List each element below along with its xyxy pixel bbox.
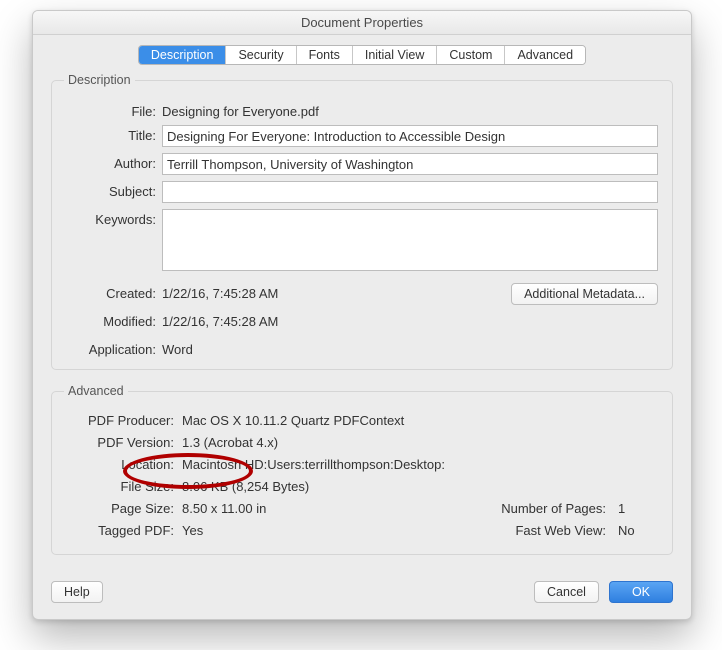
location-label: Location: bbox=[66, 455, 182, 472]
filesize-value: 8.06 KB (8,254 Bytes) bbox=[182, 477, 309, 494]
producer-label: PDF Producer: bbox=[66, 411, 182, 428]
fastweb-value: No bbox=[618, 521, 658, 538]
filesize-label: File Size: bbox=[66, 477, 182, 494]
tab-custom[interactable]: Custom bbox=[436, 46, 504, 64]
tab-initial-view[interactable]: Initial View bbox=[352, 46, 437, 64]
content: Description File: Designing for Everyone… bbox=[33, 73, 691, 555]
version-value: 1.3 (Acrobat 4.x) bbox=[182, 433, 278, 450]
tabs: Description Security Fonts Initial View … bbox=[33, 35, 691, 73]
footer: Help Cancel OK bbox=[33, 569, 691, 619]
location-value: Macintosh HD:Users:terrillthompson:Deskt… bbox=[182, 455, 445, 472]
tagged-value: Yes bbox=[182, 521, 203, 538]
keywords-field[interactable] bbox=[162, 209, 658, 271]
ok-button[interactable]: OK bbox=[609, 581, 673, 603]
created-value: 1/22/16, 7:45:28 AM bbox=[162, 283, 503, 301]
numpages-label: Number of Pages: bbox=[501, 499, 614, 516]
numpages-value: 1 bbox=[618, 499, 658, 516]
window-title: Document Properties bbox=[33, 11, 691, 35]
tab-fonts[interactable]: Fonts bbox=[296, 46, 352, 64]
file-value: Designing for Everyone.pdf bbox=[162, 101, 658, 119]
cancel-button[interactable]: Cancel bbox=[534, 581, 599, 603]
modified-value: 1/22/16, 7:45:28 AM bbox=[162, 311, 658, 329]
version-label: PDF Version: bbox=[66, 433, 182, 450]
modified-label: Modified: bbox=[66, 311, 162, 329]
tab-security[interactable]: Security bbox=[225, 46, 295, 64]
additional-metadata-button[interactable]: Additional Metadata... bbox=[511, 283, 658, 305]
pagesize-value: 8.50 x 11.00 in bbox=[182, 499, 266, 516]
help-button[interactable]: Help bbox=[51, 581, 103, 603]
created-label: Created: bbox=[66, 283, 162, 301]
keywords-label: Keywords: bbox=[66, 209, 162, 227]
file-label: File: bbox=[66, 101, 162, 119]
document-properties-window: Document Properties Description Security… bbox=[32, 10, 692, 620]
application-label: Application: bbox=[66, 339, 162, 357]
title-field[interactable] bbox=[162, 125, 658, 147]
description-legend: Description bbox=[64, 73, 135, 87]
advanced-legend: Advanced bbox=[64, 384, 128, 398]
subject-label: Subject: bbox=[66, 181, 162, 199]
author-field[interactable] bbox=[162, 153, 658, 175]
advanced-group: Advanced PDF Producer: Mac OS X 10.11.2 … bbox=[51, 384, 673, 555]
description-group: Description File: Designing for Everyone… bbox=[51, 73, 673, 370]
tab-advanced[interactable]: Advanced bbox=[504, 46, 585, 64]
tab-description[interactable]: Description bbox=[139, 46, 226, 64]
title-label: Title: bbox=[66, 125, 162, 143]
application-value: Word bbox=[162, 339, 658, 357]
tagged-label: Tagged PDF: bbox=[66, 521, 182, 538]
subject-field[interactable] bbox=[162, 181, 658, 203]
pagesize-label: Page Size: bbox=[66, 499, 182, 516]
tab-segmented-control: Description Security Fonts Initial View … bbox=[138, 45, 586, 65]
fastweb-label: Fast Web View: bbox=[515, 521, 614, 538]
author-label: Author: bbox=[66, 153, 162, 171]
producer-value: Mac OS X 10.11.2 Quartz PDFContext bbox=[182, 411, 404, 428]
